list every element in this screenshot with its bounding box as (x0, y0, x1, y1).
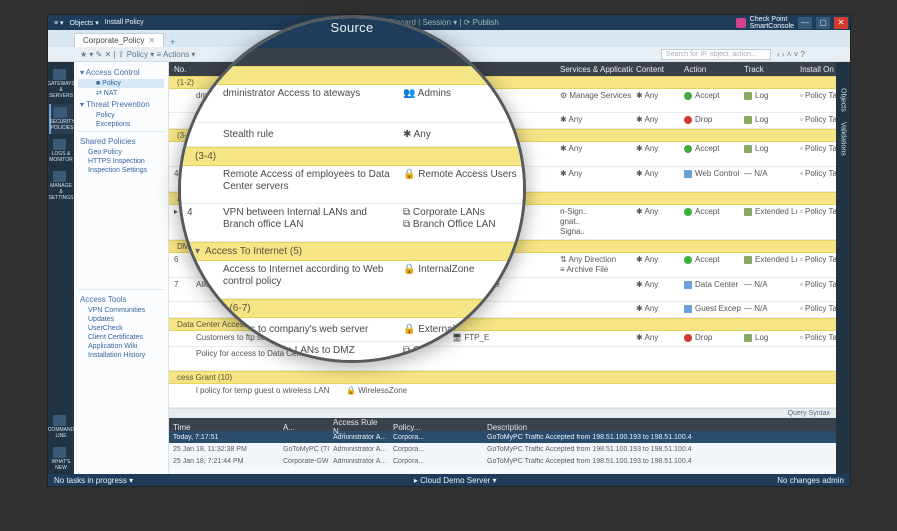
accept-icon (684, 92, 692, 100)
rail-gateways[interactable]: GATEWAYS & SERVERS (49, 66, 73, 102)
log-panel: Query Syntax TimeA...Access Rule N...Pol… (169, 408, 836, 467)
mag-title: Source (181, 20, 523, 35)
minimize-button[interactable]: — (798, 17, 812, 29)
maximize-button[interactable]: ▢ (816, 17, 830, 29)
brand-logo-icon (736, 18, 746, 28)
grid-icon (53, 69, 66, 80)
nav-policy[interactable]: ■ Policy (78, 79, 164, 88)
sparkle-icon (53, 447, 66, 458)
menu-hamburger[interactable]: ≡ ▾ (54, 19, 64, 27)
nav-shared-hdr: Shared Policies (78, 135, 164, 148)
log-header: TimeA...Access Rule N...Policy...Descrip… (169, 418, 836, 431)
log-row-2[interactable]: 25 Jan 18, 11:32:38 PMGoToMyPC (TCP/8200… (169, 443, 836, 455)
rail-logs[interactable]: LOGS & MONITOR (49, 136, 73, 166)
log-icon (744, 92, 752, 100)
gear-icon (53, 171, 66, 182)
rrail-validations[interactable]: Validations (840, 122, 847, 156)
col-content[interactable]: Content (633, 65, 681, 74)
chart-icon (53, 139, 66, 150)
status-right: No changes admin (777, 476, 844, 485)
new-tab-button[interactable]: + (170, 37, 175, 47)
install-policy-button[interactable]: Install Policy (105, 19, 144, 26)
toolbar-buttons[interactable]: ★ ▾ ✎ ✕ | ⇧ Policy ▾ ≡ Actions ▾ (80, 50, 195, 59)
nav-geo[interactable]: Geo Policy (78, 148, 164, 157)
layer-icon (684, 170, 692, 178)
nav-clientcert[interactable]: Client Certificates (78, 333, 164, 342)
log-row-1[interactable]: Today, 7:17:51Administrator A...Corpora.… (169, 431, 836, 443)
status-server[interactable]: ▸ Cloud Demo Server ▾ (133, 476, 777, 485)
right-rail: Objects Validations (836, 62, 850, 474)
nav-threat-prevention[interactable]: ▾ Threat Prevention (78, 98, 164, 111)
app-window: ≡ ▾ Objects ▾ Install Policy ◆ Discard |… (47, 14, 851, 487)
nav-tools-hdr: Access Tools (78, 293, 164, 306)
group-6[interactable]: cess Grant (10) (169, 371, 836, 384)
magnifier-overlay: Source No. Se (1-2) dministrator Access … (178, 15, 526, 363)
col-install[interactable]: Install On (797, 65, 836, 74)
nav-access-control[interactable]: ▾ Access Control (78, 66, 164, 79)
nav-history[interactable]: Installation History (78, 351, 164, 360)
shield-icon (54, 107, 67, 118)
close-button[interactable]: ✕ (834, 17, 848, 29)
log-icon (744, 116, 752, 124)
objects-menu[interactable]: Objects ▾ (70, 19, 99, 27)
nav-https[interactable]: HTTPS Inspection (78, 157, 164, 166)
rule-row-10[interactable]: l policy for temp guest o wireless LAN🔒 … (169, 384, 836, 408)
nav-nat[interactable]: ⇄ NAT (78, 88, 164, 98)
nav-inspection[interactable]: Inspection Settings (78, 166, 164, 175)
col-action[interactable]: Action (681, 65, 741, 74)
rrail-objects[interactable]: Objects (840, 88, 847, 112)
brand-text: Check PointSmartConsole (750, 16, 794, 30)
tab-corporate-policy[interactable]: Corporate_Policy ✕ (74, 33, 164, 47)
rail-cli[interactable]: COMMAND LINE (49, 412, 73, 442)
log-row-3[interactable]: 25 Jan 18, 7:21:44 PMCorporate-GW (Admin… (169, 455, 836, 467)
nav-vpn[interactable]: VPN Communities (78, 306, 164, 315)
drop-icon (684, 116, 692, 124)
query-syntax-link[interactable]: Query Syntax (169, 409, 836, 418)
nav-tp-policy[interactable]: Policy (78, 111, 164, 120)
rail-security-policies[interactable]: SECURITY POLICIES (49, 104, 73, 134)
mag-col-no: No. (181, 52, 217, 63)
col-svc[interactable]: Services & Applications (557, 65, 633, 74)
nav-appwiki[interactable]: Application Wiki (78, 342, 164, 351)
tab-close-icon[interactable]: ✕ (148, 36, 155, 45)
tab-label: Corporate_Policy (83, 36, 144, 45)
col-track[interactable]: Track (741, 65, 797, 74)
left-rail: GATEWAYS & SERVERS SECURITY POLICIES LOG… (48, 62, 74, 474)
search-input[interactable]: Search for IP, object, action... (661, 49, 771, 60)
status-tasks[interactable]: No tasks in progress ▾ (54, 476, 133, 485)
rail-whatsnew[interactable]: WHAT'S NEW (49, 444, 73, 474)
rail-manage[interactable]: MANAGE & SETTINGS (49, 168, 73, 204)
policy-nav-tree: ▾ Access Control ■ Policy ⇄ NAT ▾ Threat… (74, 62, 169, 474)
status-bar: No tasks in progress ▾ ▸ Cloud Demo Serv… (48, 474, 850, 486)
nav-arrows[interactable]: ‹ › ˄ ˅ ? (777, 50, 805, 59)
nav-tp-exceptions[interactable]: Exceptions (78, 120, 164, 129)
nav-usercheck[interactable]: UserCheck (78, 324, 164, 333)
console-icon (53, 415, 66, 426)
nav-updates[interactable]: Updates (78, 315, 164, 324)
